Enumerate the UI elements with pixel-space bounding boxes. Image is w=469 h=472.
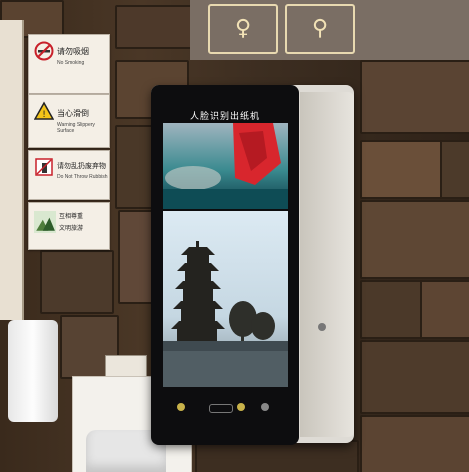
screen-top-image — [163, 123, 288, 209]
camera-icon — [261, 403, 269, 411]
brick — [360, 415, 469, 472]
photo-scene: ♀ ⚲ 请勿吸烟 No Smoking ! 当心滑倒 Warning Slipp… — [0, 0, 469, 472]
brick — [118, 210, 155, 304]
sign-no-smoking: 请勿吸烟 No Smoking — [28, 34, 110, 94]
sign-subtitle: Warning Slippery Surface — [57, 122, 95, 134]
door-frame — [0, 20, 24, 320]
paper-slot[interactable] — [209, 404, 233, 413]
restroom-person-icon: ⚲ — [285, 4, 355, 54]
brick — [40, 250, 114, 314]
sign-title: 请勿乱扔废弃物 — [57, 163, 106, 170]
indicator-icon — [237, 403, 245, 411]
warning-slippery-icon: ! — [34, 101, 54, 120]
wall-dispenser — [8, 320, 58, 422]
sign-no-littering: 请勿乱扔废弃物 Do Not Throw Rubbish — [28, 150, 110, 200]
sign-slippery: ! 当心滑倒 Warning Slippery Surface — [28, 94, 110, 148]
sign-subtitle: 文明旅游 — [59, 226, 84, 232]
sign-title: 当心滑倒 — [57, 109, 89, 118]
sign-subtitle: Do Not Throw Rubbish — [57, 174, 108, 180]
kiosk-control-strip — [175, 400, 275, 418]
brick — [360, 140, 444, 199]
brick — [360, 340, 469, 414]
no-smoking-icon — [34, 41, 54, 61]
no-littering-icon — [35, 158, 53, 176]
brick — [420, 280, 469, 339]
sign-title: 互相尊重 — [59, 214, 84, 220]
pagoda-photo — [163, 211, 288, 387]
sign-civility: 互相尊重 文明旅游 — [28, 202, 110, 250]
brick — [115, 5, 194, 49]
svg-text:!: ! — [42, 110, 46, 120]
sign-subtitle: No Smoking — [57, 60, 85, 66]
kiosk-lock — [318, 323, 326, 331]
brick — [360, 200, 469, 279]
brick — [360, 60, 469, 134]
brick — [440, 140, 469, 199]
restroom-banner: ♀ ⚲ — [190, 0, 469, 60]
brick — [360, 280, 424, 339]
screen-title: 人脸识别出纸机 — [189, 111, 260, 121]
nature-illustration-icon — [34, 211, 56, 233]
kiosk-side-panel — [300, 92, 354, 437]
indicator-icon — [177, 403, 185, 411]
screen-bottom-image — [163, 211, 288, 387]
restroom-person-icon: ♀ — [208, 4, 278, 54]
brick — [115, 125, 155, 209]
sign-title: 请勿吸烟 — [57, 47, 89, 56]
red-object-photo — [163, 123, 288, 209]
